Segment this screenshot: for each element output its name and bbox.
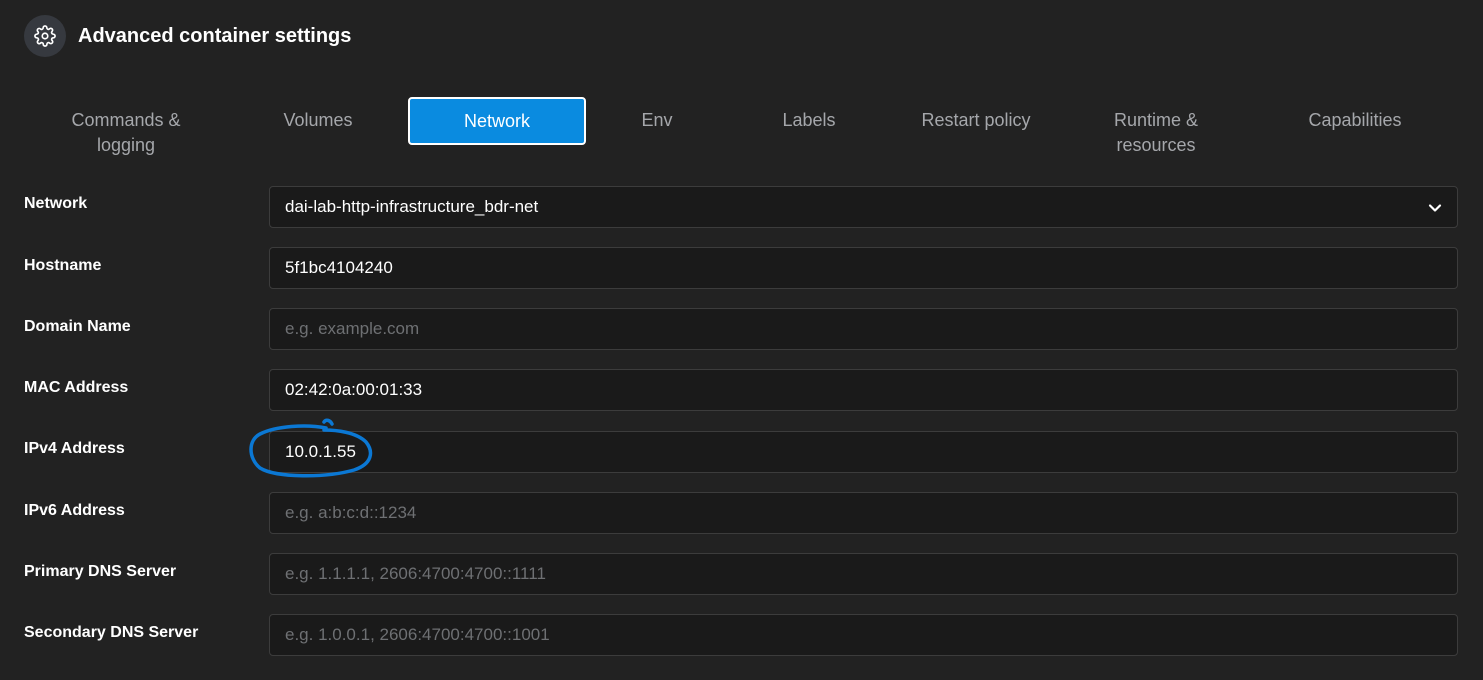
primary-dns-input[interactable]: e.g. 1.1.1.1, 2606:4700:4700::1111 [269,553,1458,595]
tab-label: Runtime & [1113,110,1199,130]
hostname-label: Hostname [24,257,102,274]
tab-label: Capabilities [1308,110,1402,130]
ipv6-address-input[interactable]: e.g. a:b:c:d::1234 [269,492,1458,534]
network-label: Network [24,195,88,212]
page-title: Advanced container settings [78,24,352,47]
tab-label: Network [463,110,530,131]
mac-address-label: MAC Address [24,379,129,396]
annotation-circle [249,418,373,478]
tab-env[interactable]: Env [597,97,717,145]
domain-name-input[interactable]: e.g. example.com [269,308,1458,350]
network-select[interactable]: dai-lab-http-infrastructure_bdr-net [269,186,1458,228]
tab-volumes[interactable]: Volumes [238,97,398,145]
domain-name-placeholder: e.g. example.com [285,319,420,338]
secondary-dns-label: Secondary DNS Server [24,624,199,641]
tab-label: Env [641,110,673,130]
tab-runtime-resources[interactable]: Runtime & resources [1076,97,1236,155]
ipv4-address-input[interactable]: 10.0.1.55 [269,431,1458,473]
network-select-value: dai-lab-http-infrastructure_bdr-net [285,197,539,216]
tab-capabilities[interactable]: Capabilities [1270,97,1440,145]
tab-label: logging [96,135,156,155]
tab-network[interactable]: Network [408,97,586,145]
mac-address-input[interactable]: 02:42:0a:00:01:33 [269,369,1458,411]
primary-dns-label: Primary DNS Server [24,563,177,580]
tab-label: Commands & [71,110,181,130]
tab-commands-logging[interactable]: Commands & logging [36,97,216,155]
ipv4-address-label: IPv4 Address [24,440,125,457]
mac-address-value: 02:42:0a:00:01:33 [285,380,423,399]
tab-restart-policy[interactable]: Restart policy [896,97,1056,145]
secondary-dns-input[interactable]: e.g. 1.0.0.1, 2606:4700:4700::1001 [269,614,1458,656]
ipv6-address-label: IPv6 Address [24,502,125,519]
primary-dns-placeholder: e.g. 1.1.1.1, 2606:4700:4700::1111 [285,564,546,583]
domain-name-label: Domain Name [24,318,131,335]
hostname-value: 5f1bc4104240 [285,258,393,277]
gear-icon [24,15,66,57]
tab-labels[interactable]: Labels [739,97,879,145]
chevron-down-icon [1427,200,1443,221]
tab-label: Labels [782,110,836,130]
page-header: Advanced container settings [24,15,351,57]
ipv6-address-placeholder: e.g. a:b:c:d::1234 [285,503,417,522]
hostname-input[interactable]: 5f1bc4104240 [269,247,1458,289]
tab-label: Volumes [283,110,353,130]
tab-label: Restart policy [921,110,1031,130]
tab-label: resources [1116,135,1196,155]
secondary-dns-placeholder: e.g. 1.0.0.1, 2606:4700:4700::1001 [285,625,550,644]
